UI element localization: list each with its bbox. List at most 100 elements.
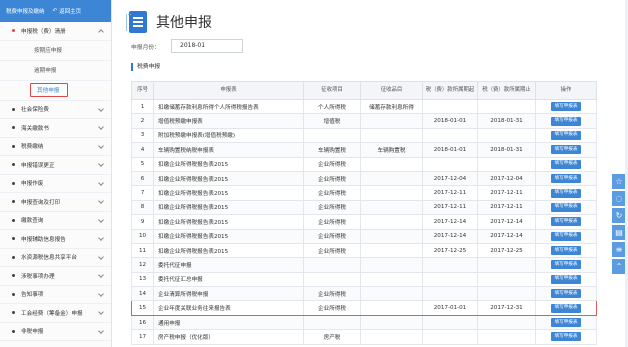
cell-action: 填写申报表 [535, 300, 597, 316]
chevron-down-icon [98, 198, 104, 204]
sidebar-item[interactable]: 涉税事项办理 [0, 267, 111, 286]
table-row: 10 扣缴企业所得税报告表2015 企业所得税 2017-12-14 2017-12-1… [131, 228, 597, 244]
fill-form-button[interactable]: 填写申报表 [550, 260, 582, 270]
fill-form-button[interactable]: 填写申报表 [550, 274, 582, 284]
fill-form-button[interactable]: 填写申报表 [550, 217, 582, 227]
fill-form-button[interactable]: 填写申报表 [550, 116, 582, 126]
cell-action: 填写申报表 [535, 271, 597, 288]
cell-no: 5 [131, 156, 154, 172]
fill-form-button[interactable]: 填写申报表 [550, 303, 582, 313]
cell-start [422, 127, 478, 144]
cell-start: 2017-01-01 [422, 300, 478, 316]
cell-action: 填写申报表 [535, 98, 597, 115]
sidebar-subitem[interactable]: 其他申报 [0, 81, 111, 101]
cell-sub [360, 228, 423, 244]
chevron-down-icon [98, 235, 104, 241]
sidebar-item[interactable]: 申报错误更正 [0, 156, 111, 175]
cell-action: 填写申报表 [535, 329, 597, 345]
sidebar-item[interactable]: 水资源税信息共享平台 [0, 249, 111, 267]
cell-start [422, 314, 478, 331]
bullet-icon [12, 329, 15, 333]
back-home-link[interactable]: ↶ 返回主页 [53, 7, 82, 15]
fill-form-button[interactable]: 填写申报表 [550, 130, 582, 140]
fill-form-button[interactable]: 填写申报表 [550, 188, 582, 198]
table-row: 1 扣缴储蓄存款利息所得个人所得税报告表 个人所得税 储蓄存款利息所得 填写申报表 [131, 98, 597, 115]
cell-start [422, 156, 478, 172]
sidebar-item[interactable]: 申报税（费）清册 [0, 22, 111, 41]
table-row: 6 扣缴企业所得税报告表2015 企业所得税 2017-12-04 2017-12-04… [131, 170, 597, 187]
sidebar-item-label: 申报作废 [21, 181, 44, 188]
document-icon[interactable]: ▤ [612, 225, 626, 240]
cell-start: 2017-12-14 [422, 214, 478, 230]
fill-form-button[interactable]: 填写申报表 [550, 231, 582, 241]
table-body: 1 扣缴储蓄存款利息所得个人所得税报告表 个人所得税 储蓄存款利息所得 填写申报表 2 增值… [131, 98, 597, 345]
table-row: 15 企业年度关联业务往来报告表 企业所得税 2017-01-01 2017-12-31… [131, 300, 597, 316]
sidebar-item[interactable]: 申报作废 [0, 175, 111, 193]
table-row: 7 扣缴企业所得税报告表2015 企业所得税 2017-12-11 2017-12-11… [131, 185, 597, 201]
sidebar-item[interactable]: 申报辅助信息报告 [0, 230, 111, 249]
table-row: 4 车辆购置税纳税申报表 车辆购置税 车辆购置税 2018-01-01 2018-01-3… [131, 142, 597, 158]
fill-form-button[interactable]: 填写申报表 [550, 318, 582, 328]
fill-form-button[interactable]: 填写申报表 [550, 145, 582, 155]
cell-form: 扣缴企业所得税报告表2015 [153, 185, 304, 201]
star-icon[interactable]: ☆ [612, 174, 626, 189]
table-row: 8 扣缴企业所得税报告表2015 企业所得税 2017-12-11 2017-12-11… [131, 199, 597, 216]
cell-form: 扣缴企业所得税报告表2015 [153, 228, 304, 244]
comment-icon[interactable]: ◌ [612, 191, 626, 206]
table-row: 12 委托代征申报 填写申报表 [131, 257, 597, 273]
sidebar-item[interactable]: 告知事项 [0, 286, 111, 304]
sidebar-item[interactable]: 海关缴款书 [0, 119, 111, 138]
fill-form-button[interactable]: 填写申报表 [550, 332, 582, 342]
cell-end [477, 286, 536, 302]
cell-action: 填写申报表 [535, 228, 597, 244]
fill-form-button[interactable]: 填写申报表 [550, 159, 582, 169]
fill-form-button[interactable]: 填写申报表 [550, 102, 582, 112]
refresh-icon[interactable]: ↻ [612, 208, 626, 223]
cell-action: 填写申报表 [535, 170, 597, 187]
table-row: 5 扣缴企业所得税报告表2015 企业所得税 填写申报表 [131, 156, 597, 172]
sidebar-subitem[interactable]: 逾期申报 [0, 61, 111, 81]
table-row: 14 企业清算所得税申报 企业所得税 填写申报表 [131, 286, 597, 302]
sidebar-item[interactable]: 申报查询及打印 [0, 193, 111, 212]
fill-form-button[interactable]: 填写申报表 [550, 202, 582, 212]
column-header: 税（费）款所属期止 [477, 81, 536, 100]
cell-sub [360, 156, 423, 172]
cell-sub [360, 214, 423, 230]
cell-item: 企业所得税 [303, 185, 361, 201]
cell-no: 15 [131, 300, 154, 316]
chevron-down-icon [98, 105, 104, 112]
sidebar-item[interactable]: 非税申报 [0, 323, 111, 341]
cell-sub [360, 199, 423, 216]
back-arrow-icon: ↶ [52, 8, 58, 14]
cell-action: 填写申报表 [535, 185, 597, 201]
cell-action: 填写申报表 [535, 142, 597, 158]
cell-item [303, 257, 361, 273]
sidebar-item-label: 社会保险费 [21, 107, 49, 114]
sidebar-header-title: 税费申报及缴纳 [6, 9, 45, 15]
sidebar-subitem[interactable]: 按期应申报 [0, 41, 111, 61]
month-input[interactable]: 2018-01 [171, 39, 243, 53]
table-row: 11 扣缴企业所得税报告表2015 企业所得税 2017-12-25 2017-12-2… [131, 242, 597, 259]
bullet-icon [12, 292, 15, 296]
fill-form-button[interactable]: 填写申报表 [550, 246, 582, 256]
sidebar-item[interactable]: 社会保险费 [0, 101, 111, 119]
declaration-table: 序号 申报表 征收项目 征收品目 税（费）款所属期起 税（费）款所属期止 操作 1 扣缴储蓄存… [131, 81, 597, 345]
sidebar-menu: 申报税（费）清册 按期应申报 逾期申报 其他申报社会保险费海关缴款书 税费缴纳 申报错误更… [0, 22, 111, 341]
bullet-icon [12, 274, 15, 278]
sidebar-item[interactable]: 工会经费（筹备金）申报 [0, 304, 111, 323]
fill-form-button[interactable]: 填写申报表 [550, 289, 582, 299]
bullet-icon [12, 218, 15, 222]
cell-sub: 车辆购置税 [360, 142, 423, 158]
sidebar-item[interactable]: 缴款查询 [0, 212, 111, 230]
list-icon[interactable]: ≡ [612, 242, 626, 257]
cell-item: 房产税 [303, 329, 361, 345]
sidebar-item-label: 涉税事项办理 [21, 273, 55, 280]
fill-form-button[interactable]: 填写申报表 [550, 174, 582, 184]
sidebar-item[interactable]: 税费缴纳 [0, 138, 111, 156]
cell-sub [360, 185, 423, 201]
bullet-icon [12, 144, 15, 148]
cell-sub [360, 329, 423, 345]
up-icon[interactable]: ⌃ [612, 259, 626, 274]
column-header: 申报表 [153, 81, 304, 100]
document-icon [126, 11, 147, 33]
